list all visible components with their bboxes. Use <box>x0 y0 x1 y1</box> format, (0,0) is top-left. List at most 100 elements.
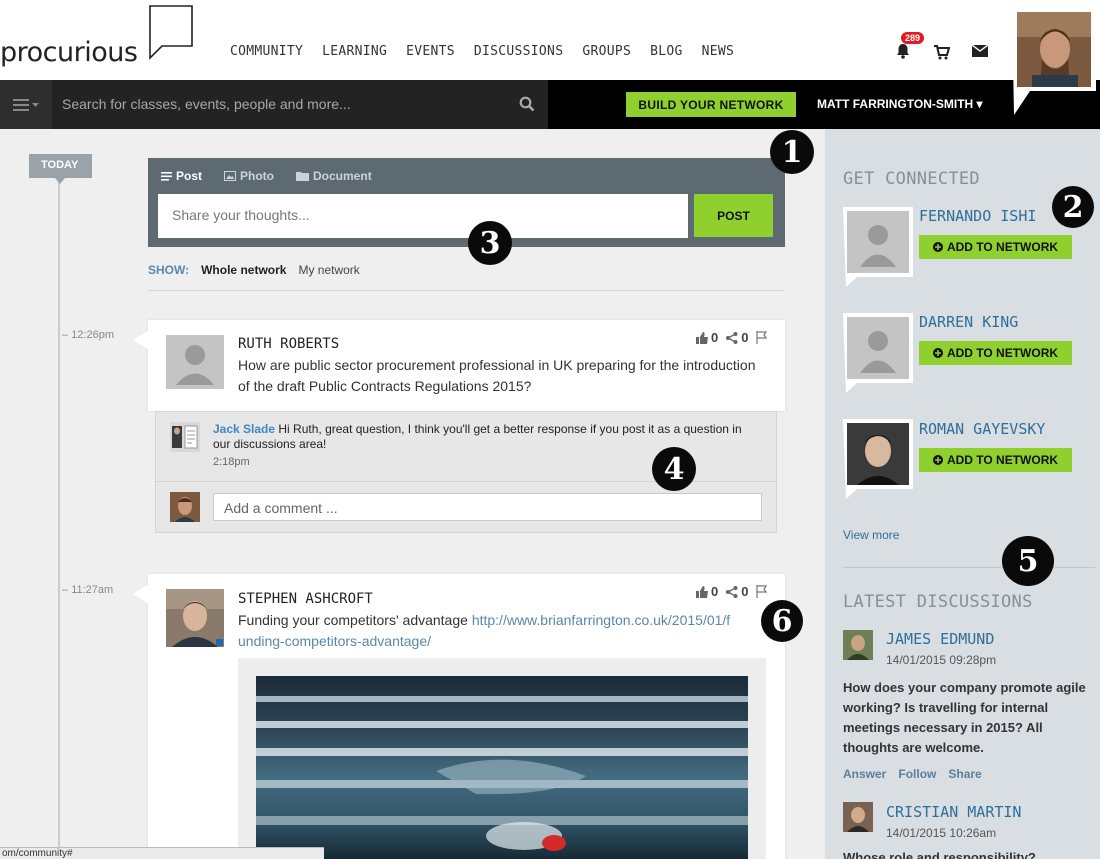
discussion-date: 14/01/2015 10:26am <box>886 826 997 840</box>
post-time-value: 12:26pm <box>71 329 114 341</box>
photo-icon <box>224 171 237 181</box>
flag-icon[interactable] <box>756 585 768 598</box>
discussion-avatar[interactable] <box>843 802 873 832</box>
like-button[interactable]: 0 <box>696 584 718 599</box>
card-pointer <box>133 330 149 350</box>
person-name[interactable]: FERNANDO ISHI <box>919 207 1036 225</box>
post-text: Funding your competitors' advantage http… <box>238 610 768 652</box>
menu-button[interactable] <box>0 80 52 129</box>
add-to-network-label: ADD TO NETWORK <box>946 453 1059 467</box>
get-connected-title: GET CONNECTED <box>843 169 980 189</box>
answer-link[interactable]: Answer <box>843 767 886 781</box>
view-more-link[interactable]: View more <box>843 528 899 542</box>
person-avatar[interactable] <box>843 207 913 287</box>
nav-groups[interactable]: GROUPS <box>582 44 631 59</box>
user-avatar[interactable] <box>1012 7 1096 117</box>
person-avatar[interactable] <box>843 313 913 393</box>
post-author[interactable]: STEPHEN ASHCROFT <box>238 591 373 607</box>
person-name[interactable]: ROMAN GAYEVSKY <box>919 420 1045 438</box>
search-icon[interactable] <box>519 96 535 112</box>
nav-news[interactable]: NEWS <box>702 44 735 59</box>
tab-photo-label: Photo <box>240 169 275 183</box>
plus-circle-icon <box>932 242 943 252</box>
show-label: SHOW: <box>148 263 190 277</box>
post-text-main: Funding your competitors' advantage <box>238 612 468 628</box>
notification-badge: 289 <box>901 32 925 44</box>
like-count: 0 <box>711 584 719 599</box>
discussion-question[interactable]: How does your company promote agile work… <box>843 678 1088 758</box>
add-to-network-button[interactable]: ADD TO NETWORK <box>919 448 1072 472</box>
add-to-network-label: ADD TO NETWORK <box>946 346 1059 360</box>
tab-document-label: Document <box>313 169 372 183</box>
discussion-actions: Answer Follow Share <box>843 767 982 781</box>
plus-circle-icon <box>932 348 943 358</box>
tab-post[interactable]: Post <box>161 169 202 183</box>
discussion-date: 14/01/2015 09:28pm <box>886 653 997 667</box>
today-label: TODAY <box>41 159 79 171</box>
marker-5: 5 <box>1002 536 1054 586</box>
share-icon <box>726 331 738 344</box>
bell-icon[interactable] <box>895 43 911 59</box>
like-count: 0 <box>711 330 719 345</box>
discussion-question[interactable]: Whose role and responsibility? <box>843 850 1036 859</box>
post-link[interactable]: http://www.brianfarrington.co.uk/2015/01… <box>472 612 730 628</box>
card-pointer <box>133 584 149 604</box>
add-to-network-label: ADD TO NETWORK <box>946 240 1059 254</box>
share-button[interactable]: 0 <box>726 330 748 345</box>
marker-4: 4 <box>652 447 696 491</box>
flag-icon[interactable] <box>756 331 768 344</box>
comment-text: Hi Ruth, great question, I think you'll … <box>213 422 742 451</box>
person-avatar[interactable] <box>843 419 913 499</box>
filter-my-network[interactable]: My network <box>298 263 359 277</box>
comment-author[interactable]: Jack Slade <box>213 422 275 436</box>
nav-events[interactable]: EVENTS <box>406 44 455 59</box>
nav-learning[interactable]: LEARNING <box>322 44 387 59</box>
commenter-avatar[interactable] <box>170 422 200 452</box>
brand-logo[interactable]: procurious <box>0 37 138 68</box>
mail-icon[interactable] <box>972 45 988 57</box>
post-author-avatar[interactable] <box>166 589 224 647</box>
post-image[interactable] <box>256 676 748 859</box>
discussion-author[interactable]: JAMES EDMUND <box>886 630 994 648</box>
share-link[interactable]: Share <box>948 767 981 781</box>
filter-whole-network[interactable]: Whole network <box>201 263 286 277</box>
add-to-network-button[interactable]: ADD TO NETWORK <box>919 235 1072 259</box>
add-to-network-button[interactable]: ADD TO NETWORK <box>919 341 1072 365</box>
caret-down-icon <box>32 102 39 107</box>
comment-time: 2:18pm <box>213 456 250 468</box>
build-network-button[interactable]: BUILD YOUR NETWORK <box>626 92 796 117</box>
post-author[interactable]: RUTH ROBERTS <box>238 336 339 352</box>
marker-6: 6 <box>761 600 803 642</box>
follow-link[interactable]: Follow <box>898 767 936 781</box>
marker-1: 1 <box>770 130 814 174</box>
discussion-author[interactable]: CRISTIAN MARTIN <box>886 803 1021 821</box>
person-name[interactable]: DARREN KING <box>919 313 1018 331</box>
post-author-avatar[interactable] <box>166 335 224 389</box>
nav-community[interactable]: COMMUNITY <box>230 44 303 59</box>
composer-tabs: Post Photo Document <box>161 169 372 183</box>
add-comment-input[interactable]: Add a comment ... <box>213 493 762 521</box>
post-link-cont[interactable]: unding-competitors-advantage/ <box>238 633 431 649</box>
my-avatar-small <box>170 492 200 522</box>
search-input[interactable]: Search for classes, events, people and m… <box>62 96 351 112</box>
share-thoughts-input[interactable]: Share your thoughts... <box>158 194 688 238</box>
today-marker: TODAY <box>29 154 92 184</box>
cart-icon[interactable] <box>933 44 950 60</box>
sidebar-divider <box>843 567 1095 568</box>
nav-blog[interactable]: BLOG <box>650 44 683 59</box>
share-button[interactable]: 0 <box>726 584 748 599</box>
like-button[interactable]: 0 <box>696 330 718 345</box>
tab-document[interactable]: Document <box>296 169 372 183</box>
nav-discussions[interactable]: DISCUSSIONS <box>474 44 563 59</box>
discussion-avatar[interactable] <box>843 630 873 660</box>
marker-3: 3 <box>468 221 512 265</box>
post-button[interactable]: POST <box>694 194 773 237</box>
post-actions: 0 0 <box>696 584 768 599</box>
hamburger-icon <box>13 98 29 111</box>
show-filter: SHOW: Whole network My network <box>148 263 360 277</box>
tab-photo[interactable]: Photo <box>224 169 274 183</box>
timeline-line <box>58 172 60 859</box>
latest-discussions-title: LATEST DISCUSSIONS <box>843 592 1033 612</box>
post-text: How are public sector procurement profes… <box>238 357 756 394</box>
user-menu[interactable]: MATT FARRINGTON-SMITH ▾ <box>817 97 983 111</box>
